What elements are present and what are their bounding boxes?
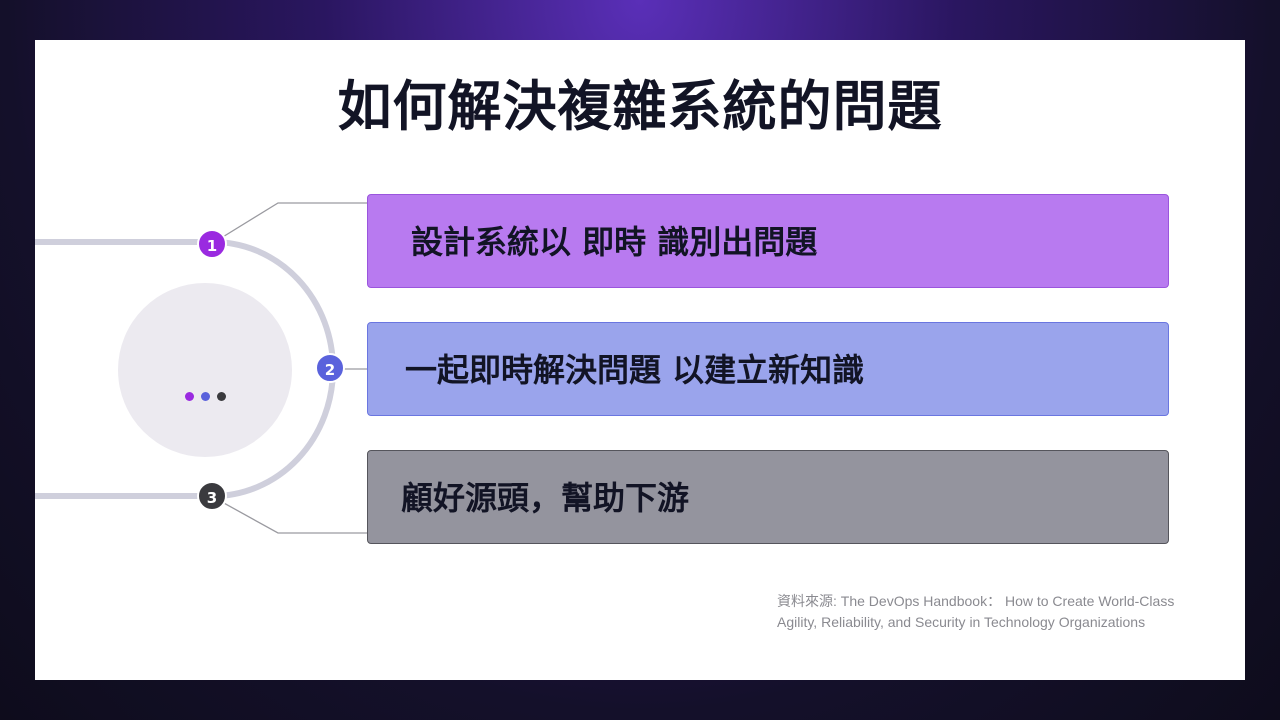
step-card-2: 一起即時解決問題 以建立新知識: [367, 322, 1169, 416]
step-number-1: 1: [197, 229, 227, 259]
source-line-1: 資料來源: The DevOps Handbook： How to Create…: [777, 593, 1175, 609]
source-line-2: Agility, Reliability, and Security in Te…: [777, 614, 1146, 630]
page-title: 如何解決複雜系統的問題: [337, 75, 943, 138]
source-citation: 資料來源: The DevOps Handbook： How to Create…: [777, 591, 1237, 633]
dot-purple: [185, 392, 194, 401]
connector-line-3: [212, 496, 367, 534]
step-number-3: 3: [197, 481, 227, 511]
dot-blue: [201, 392, 210, 401]
center-circle: [118, 283, 292, 457]
step-card-1: 設計系統以 即時 識別出問題: [367, 194, 1169, 288]
dot-gray: [217, 392, 226, 401]
step-card-3: 顧好源頭，幫助下游: [367, 450, 1169, 544]
step-number-2: 2: [315, 353, 345, 383]
connector-line-1: [212, 202, 367, 244]
